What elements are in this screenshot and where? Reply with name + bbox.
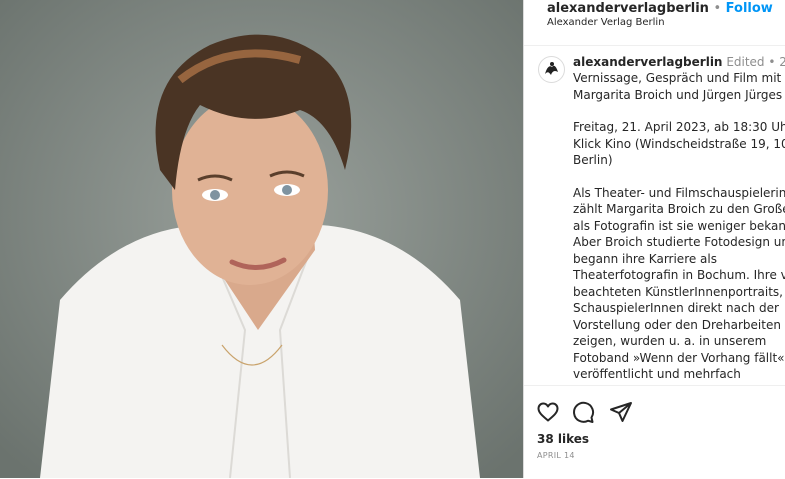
caption-paragraph: Freitag, 21. April 2023, ab 18:30 Uhr Kli… <box>573 119 785 169</box>
likes-count[interactable]: 38 likes <box>537 432 589 446</box>
caption-line: zeigen, wurden u. a. in unserem <box>573 334 767 348</box>
caption-line: zählt Margarita Broich zu den Großen, <box>573 202 785 216</box>
caption-line: Vorstellung oder den Dreharbeiten <box>573 317 781 332</box>
caption-line: begann ihre Karriere als <box>573 251 717 266</box>
follow-button[interactable]: Follow <box>726 1 773 16</box>
caption-line: Berlin) <box>573 153 613 167</box>
heart-icon[interactable] <box>536 400 560 424</box>
caption-line: Als Theater- und Filmschauspielerin <box>573 185 785 200</box>
edited-label: Edited <box>726 55 765 69</box>
caption-line: Fotoband »Wenn der Vorhang fällt« <box>573 350 785 365</box>
caption-username[interactable]: alexanderverlagberlin <box>573 55 722 69</box>
caption-text: Vernissage, Gespräch und Film mit Margari… <box>573 70 785 385</box>
post-photo[interactable] <box>0 0 523 478</box>
caption-line: Theaterfotografin in Bochum. Ihre viel <box>573 268 785 282</box>
post-header: alexanderverlagberlin • Follow Alexander… <box>524 0 785 46</box>
action-bar: 38 likes APRIL 14 <box>524 385 785 479</box>
account-logo-icon <box>540 58 563 81</box>
caption-line: Freitag, 21. April 2023, ab 18:30 Uhr <box>573 120 785 134</box>
caption-line: Vernissage, Gespräch und Film mit <box>573 71 782 85</box>
caption-header: alexanderverlagberlin Edited • 22w <box>573 54 785 70</box>
location-label[interactable]: Alexander Verlag Berlin <box>547 17 665 28</box>
separator-dot: • <box>768 55 776 69</box>
caption-line: veröffentlicht und mehrfach <box>573 367 741 381</box>
caption-paragraph: Als Theater- und Filmschauspielerin zählt… <box>573 185 785 386</box>
caption-line: Aber Broich studierte Fotodesign und <box>573 235 785 249</box>
separator-dot: • <box>713 1 722 16</box>
caption-line: SchauspielerInnen direkt nach der <box>573 301 779 315</box>
avatar[interactable] <box>538 56 565 83</box>
caption-line: Margarita Broich und Jürgen Jürges <box>573 87 783 102</box>
post-age[interactable]: 22w <box>779 55 785 69</box>
caption-line: Klick Kino (Windscheidstraße 19, 10627 <box>573 136 785 151</box>
comment-icon[interactable] <box>571 400 595 424</box>
portrait-image <box>0 0 523 478</box>
post-date[interactable]: APRIL 14 <box>537 451 575 460</box>
caption-paragraph: Vernissage, Gespräch und Film mit Margari… <box>573 70 785 103</box>
share-icon[interactable] <box>609 400 633 424</box>
caption-line: beachteten KünstlerInnenportraits, die <box>573 284 785 299</box>
caption-area: alexanderverlagberlin Edited • 22w Verni… <box>524 45 785 385</box>
account-name-line: alexanderverlagberlin • Follow <box>547 0 773 17</box>
caption-line: als Fotografin ist sie weniger bekannt. <box>573 218 785 233</box>
post-sidebar: alexanderverlagberlin • Follow Alexander… <box>523 0 785 478</box>
account-name-link[interactable]: alexanderverlagberlin <box>547 1 709 16</box>
